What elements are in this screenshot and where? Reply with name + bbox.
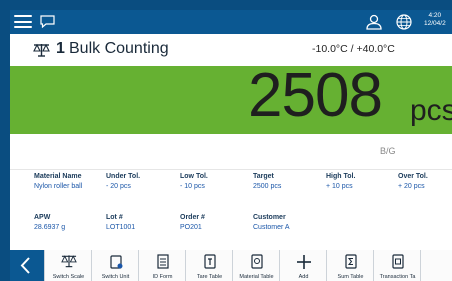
app-title: Bulk Counting bbox=[69, 40, 169, 57]
lot-value: LOT1001 bbox=[106, 224, 136, 231]
id-form-button[interactable]: ID Form bbox=[138, 250, 186, 281]
chevron-left-icon bbox=[20, 257, 30, 274]
switch-unit-button[interactable]: Switch Unit bbox=[91, 250, 139, 281]
field-target: Target 2500 pcs bbox=[253, 172, 281, 192]
weight-unit: pcs bbox=[410, 94, 452, 127]
transaction-table-label: Transaction Ta bbox=[379, 274, 416, 280]
switch-scale-button[interactable]: Switch Scale bbox=[44, 250, 92, 281]
scale-icon bbox=[60, 255, 77, 268]
field-under-tol: Under Tol. - 20 pcs bbox=[106, 172, 140, 192]
under-tol-label: Under Tol. bbox=[106, 173, 141, 180]
clock-date: 12/04/2 bbox=[424, 20, 446, 27]
sum-icon bbox=[344, 254, 357, 269]
customer-value: Customer A bbox=[253, 224, 290, 231]
sum-table-label: Sum Table bbox=[337, 274, 364, 280]
softkey-overflow[interactable] bbox=[420, 250, 452, 281]
transaction-table-button[interactable]: Transaction Ta bbox=[373, 250, 421, 281]
weight-display: 2508 pcs bbox=[10, 61, 452, 134]
softkey-bar: Switch Scale Switch Unit ID Form Tare Ta… bbox=[10, 250, 452, 281]
material-icon bbox=[250, 254, 263, 269]
weight-value: 2508 bbox=[248, 61, 383, 130]
weight-icon bbox=[109, 255, 122, 269]
top-bar: 4:20 12/04/2 bbox=[10, 10, 452, 34]
divider bbox=[10, 169, 452, 170]
field-high-tol: High Tol. + 10 pcs bbox=[326, 172, 355, 192]
order-value: PO201 bbox=[180, 224, 202, 231]
gross-net-mode: B/G bbox=[380, 146, 396, 156]
field-material-name: Material Name Nylon roller ball bbox=[34, 172, 82, 192]
over-tol-value: + 20 pcs bbox=[398, 183, 425, 190]
field-customer: Customer Customer A bbox=[253, 213, 290, 233]
material-name-label: Material Name bbox=[34, 173, 82, 180]
add-button[interactable]: Add bbox=[279, 250, 327, 281]
customer-label: Customer bbox=[253, 214, 286, 221]
material-name-value: Nylon roller ball bbox=[34, 183, 83, 190]
scale-icon bbox=[33, 43, 50, 57]
high-tol-value: + 10 pcs bbox=[326, 183, 353, 190]
order-label: Order # bbox=[180, 214, 205, 221]
material-table-label: Material Table bbox=[239, 274, 274, 280]
switch-unit-label: Switch Unit bbox=[101, 274, 130, 280]
low-tol-value: - 10 pcs bbox=[180, 183, 205, 190]
field-over-tol: Over Tol. + 20 pcs bbox=[398, 172, 428, 192]
menu-icon[interactable] bbox=[14, 15, 32, 28]
globe-icon[interactable] bbox=[395, 13, 413, 31]
apw-label: APW bbox=[34, 214, 51, 221]
transaction-icon bbox=[391, 254, 404, 269]
field-lot: Lot # LOT1001 bbox=[106, 213, 135, 233]
field-apw: APW 28.6937 g bbox=[34, 213, 65, 233]
field-low-tol: Low Tol. - 10 pcs bbox=[180, 172, 208, 192]
id-form-label: ID Form bbox=[152, 274, 173, 280]
temperature-range: -10.0°C / +40.0°C bbox=[312, 43, 395, 55]
under-tol-value: - 20 pcs bbox=[106, 183, 131, 190]
target-label: Target bbox=[253, 173, 274, 180]
scale-number: 1 bbox=[56, 40, 65, 57]
field-order: Order # PO201 bbox=[180, 213, 205, 233]
document-icon bbox=[156, 254, 169, 269]
target-value: 2500 pcs bbox=[253, 183, 282, 190]
low-tol-label: Low Tol. bbox=[180, 173, 208, 180]
lot-label: Lot # bbox=[106, 214, 123, 221]
title-row: 1 Bulk Counting -10.0°C / +40.0°C bbox=[10, 34, 452, 66]
clock-time: 4:20 bbox=[428, 12, 442, 19]
over-tol-label: Over Tol. bbox=[398, 173, 428, 180]
terminal-screen: 4:20 12/04/2 1 Bulk Counting -10.0°C / +… bbox=[10, 10, 452, 281]
add-label: Add bbox=[298, 274, 309, 280]
apw-value: 28.6937 g bbox=[34, 224, 66, 231]
tare-table-label: Tare Table bbox=[196, 274, 223, 280]
clock: 4:20 12/04/2 bbox=[424, 12, 446, 28]
tare-table-button[interactable]: Tare Table bbox=[185, 250, 233, 281]
plus-icon bbox=[296, 255, 311, 269]
chat-icon[interactable] bbox=[40, 15, 55, 28]
switch-scale-label: Switch Scale bbox=[52, 274, 85, 280]
user-icon[interactable] bbox=[365, 13, 383, 31]
back-button[interactable] bbox=[10, 250, 44, 281]
tare-icon bbox=[203, 254, 216, 269]
sum-table-button[interactable]: Sum Table bbox=[326, 250, 374, 281]
material-table-button[interactable]: Material Table bbox=[232, 250, 280, 281]
high-tol-label: High Tol. bbox=[326, 173, 356, 180]
